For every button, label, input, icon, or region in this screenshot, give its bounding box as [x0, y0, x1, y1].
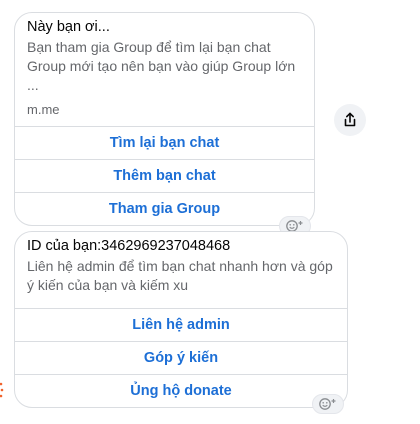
card-description: Bạn tham gia Group để tìm lại bạn chat G…: [27, 39, 296, 93]
donate-button[interactable]: Ủng hộ donate: [15, 374, 347, 407]
join-group-button[interactable]: Tham gia Group: [15, 192, 314, 225]
share-button[interactable]: [334, 104, 366, 136]
message-card-group-invite: Này bạn ơi... Bạn tham gia Group để tìm …: [14, 12, 315, 226]
contact-admin-button[interactable]: Liên hệ admin: [15, 308, 347, 341]
share-icon: [344, 112, 356, 127]
add-reaction-button[interactable]: [312, 394, 344, 414]
card-content: ID của bạn:3462969237048468 Liên hệ admi…: [15, 232, 347, 295]
partial-status-indicator: [0, 381, 6, 399]
feedback-button[interactable]: Góp ý kiến: [15, 341, 347, 374]
message-card-user-id: ID của bạn:3462969237048468 Liên hệ admi…: [14, 231, 348, 408]
find-chat-friend-button[interactable]: Tìm lại bạn chat: [15, 126, 314, 159]
card-description: Liên hệ admin để tìm bạn chat nhanh hơn …: [27, 258, 333, 293]
card-content: Này bạn ơi... Bạn tham gia Group để tìm …: [15, 13, 314, 118]
card-button-list: Tìm lại bạn chat Thêm bạn chat Tham gia …: [15, 126, 314, 225]
card-link-domain[interactable]: m.me: [27, 101, 302, 118]
card-button-list: Liên hệ admin Góp ý kiến Ủng hộ donate: [15, 308, 347, 407]
smiley-plus-icon: [319, 398, 336, 410]
card-title: ID của bạn:3462969237048468: [27, 238, 231, 254]
add-chat-friend-button[interactable]: Thêm bạn chat: [15, 159, 314, 192]
card-title: Này bạn ơi...: [27, 19, 110, 35]
